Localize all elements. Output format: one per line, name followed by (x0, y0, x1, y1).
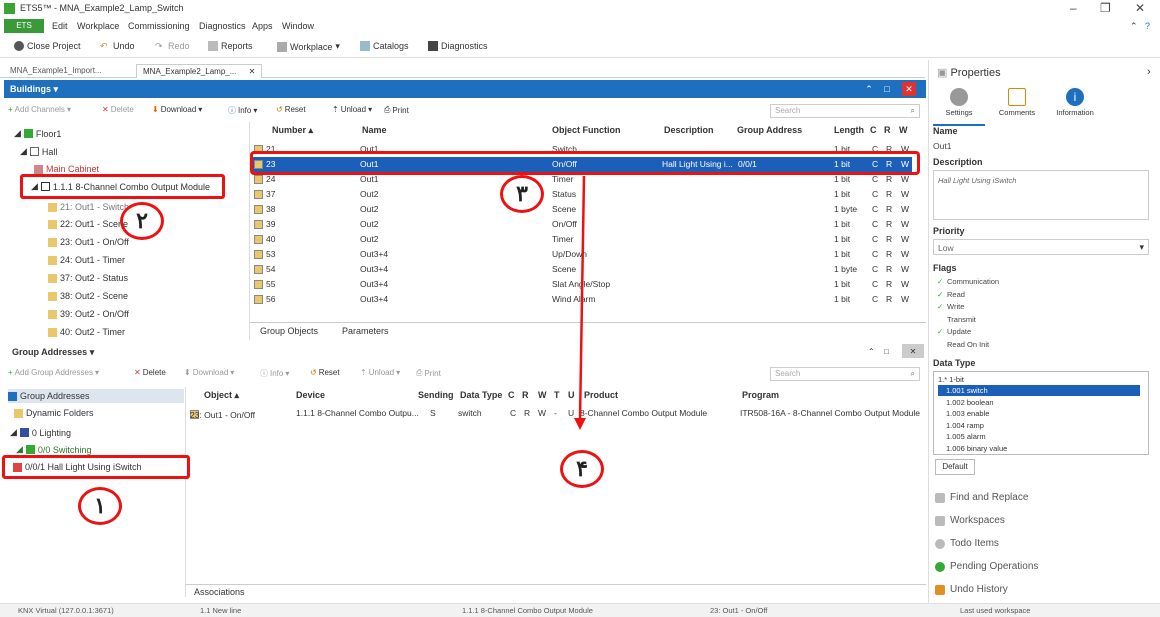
annotation-marker-4: ۴ (560, 450, 604, 488)
annotation-arrow (574, 175, 586, 430)
annotation-marker-1: ١ (78, 487, 122, 525)
annotation-marker-3: ٣ (500, 175, 544, 213)
annotation-marker-2: ٢ (120, 202, 164, 240)
